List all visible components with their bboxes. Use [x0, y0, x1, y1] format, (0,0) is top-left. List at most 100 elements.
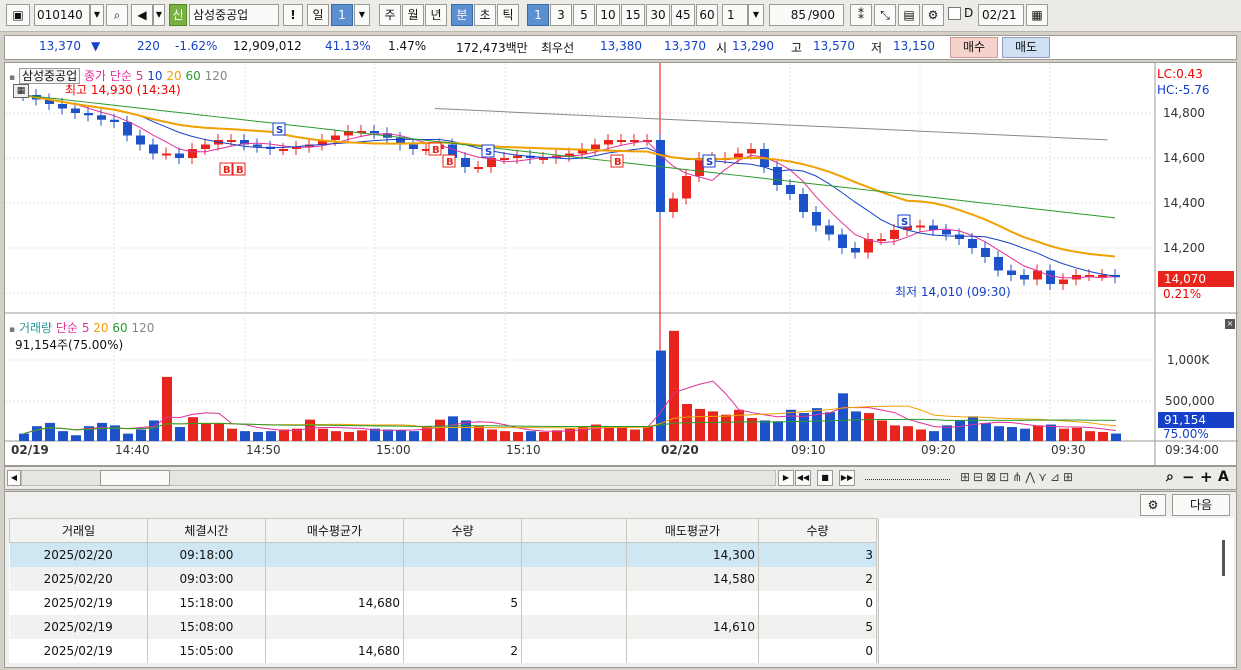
chart-canvas[interactable]: B BSBBSB SS — [5, 63, 1238, 467]
candle — [877, 239, 886, 241]
save-icon[interactable]: ▤ — [898, 4, 920, 26]
minute-5[interactable]: 5 — [573, 4, 595, 26]
minute-30[interactable]: 30 — [646, 4, 670, 26]
volume-bar — [890, 425, 900, 441]
current-pct-tag: 0.21% — [1163, 287, 1202, 301]
count-input[interactable]: 85 — [769, 4, 809, 26]
tools-icon[interactable]: ⤡ — [874, 4, 896, 26]
fast-forward-icon[interactable]: ▶▶ — [839, 470, 855, 486]
speaker-dropdown-icon[interactable]: ▼ — [153, 4, 165, 26]
period-month[interactable]: 월 — [402, 4, 424, 26]
period-minute[interactable]: 분 — [451, 4, 473, 26]
volume-bar — [123, 433, 133, 441]
col-exec-time[interactable]: 체결시간 — [147, 518, 266, 543]
volume-bar — [721, 414, 731, 441]
candle — [513, 155, 522, 158]
interval-input[interactable]: 1 — [722, 4, 748, 26]
font-size-icon[interactable]: A — [1218, 469, 1229, 485]
table-cell: 14,680 — [265, 638, 404, 663]
zoom-reset-icon[interactable]: ⌕ — [1166, 469, 1174, 485]
scroll-right-icon[interactable]: ▶ — [778, 470, 794, 486]
speaker-icon[interactable]: ◀ — [131, 4, 153, 26]
zoom-in-icon[interactable]: + — [1200, 468, 1213, 486]
buy-signal-label: B — [446, 157, 454, 168]
volume-bar — [1046, 424, 1056, 441]
volume-bar — [604, 426, 614, 441]
speed-slider[interactable] — [865, 476, 950, 480]
zoom-out-icon[interactable]: − — [1182, 468, 1195, 486]
volume-bar — [617, 427, 627, 441]
col-sell-avg[interactable]: 매도평균가 — [626, 518, 759, 543]
minute-60[interactable]: 60 — [696, 4, 718, 26]
period-week[interactable]: 주 — [379, 4, 401, 26]
volume-bar — [994, 426, 1004, 441]
compare-icon[interactable]: ⁑ — [850, 4, 872, 26]
volume-bar — [45, 422, 55, 441]
date-input[interactable]: 02/21 — [978, 4, 1024, 26]
calendar-icon[interactable]: ▦ — [1026, 4, 1048, 26]
volume-summary: 91,154주(75.00%) — [15, 338, 124, 352]
minute-3[interactable]: 3 — [550, 4, 572, 26]
panel-settings-icon[interactable]: ⚙ — [1140, 494, 1166, 516]
close-panel-icon[interactable]: × — [1225, 319, 1235, 329]
interval-dropdown-icon[interactable]: ▼ — [748, 4, 764, 26]
buy-signal-label: B — [614, 157, 622, 168]
col-buy-avg[interactable]: 매수평균가 — [265, 518, 404, 543]
table-scrollbar[interactable] — [1222, 540, 1225, 576]
table-row[interactable]: 2025/02/20 09:03:00 14,580 2 — [9, 566, 877, 591]
period-tick[interactable]: 틱 — [497, 4, 519, 26]
volume-collapse-icon[interactable]: ▪ — [9, 325, 15, 335]
volume-bar — [929, 431, 939, 441]
stock-name-field[interactable]: 삼성중공업 — [189, 4, 279, 26]
stock-code-dropdown-icon[interactable]: ▼ — [90, 4, 104, 26]
rewind-icon[interactable]: ◀◀ — [795, 470, 811, 486]
minute-10[interactable]: 10 — [596, 4, 620, 26]
col-buy-qty[interactable]: 수량 — [403, 518, 522, 543]
buy-button[interactable]: 매수 — [950, 37, 998, 58]
candle — [175, 153, 184, 158]
table-row[interactable]: 2025/02/19 15:18:00 14,680 5 0 — [9, 590, 877, 615]
table-row[interactable]: 2025/02/20 09:18:00 14,300 3 — [9, 542, 877, 567]
drawing-tools-icons[interactable]: ⊞⊟⊠⊡⋔⋀⋎⊿⊞ — [960, 470, 1076, 484]
table-row[interactable]: 2025/02/19 15:08:00 14,610 5 — [9, 614, 877, 639]
minute-45[interactable]: 45 — [671, 4, 695, 26]
volume-bar — [396, 430, 406, 441]
col-trade-date[interactable]: 거래일 — [9, 518, 148, 543]
col-sell-qty[interactable]: 수량 — [758, 518, 877, 543]
candle — [162, 153, 171, 156]
period-dropdown-icon[interactable]: ▼ — [354, 4, 370, 26]
stop-icon[interactable]: ■ — [817, 470, 833, 486]
col-blank — [521, 518, 627, 543]
min-annotation: 최저 14,010 (09:30) — [895, 285, 1011, 299]
minute-15[interactable]: 15 — [621, 4, 645, 26]
period-second[interactable]: 초 — [474, 4, 496, 26]
volume-bar — [526, 431, 536, 441]
table-cell: 15:08:00 — [147, 614, 266, 639]
table-cell: 0 — [758, 590, 877, 615]
table-row[interactable]: 2025/02/19 15:05:00 14,680 2 0 — [9, 638, 877, 663]
sell-button[interactable]: 매도 — [1002, 37, 1050, 58]
search-icon[interactable]: ⌕ — [106, 4, 128, 26]
volume-bar — [630, 429, 640, 441]
volume-bar — [201, 422, 211, 441]
scroll-thumb[interactable] — [100, 470, 170, 486]
scroll-left-icon[interactable]: ◀ — [7, 470, 21, 486]
collapse-icon[interactable]: ▪ — [9, 73, 15, 83]
chart-type-icon[interactable]: ▣ — [6, 4, 30, 26]
candle — [591, 144, 600, 149]
gear-icon[interactable]: ⚙ — [922, 4, 944, 26]
volume-title[interactable]: 거래량 — [19, 321, 52, 335]
period-day-count[interactable]: 1 — [331, 4, 353, 26]
best-ask: 13,380 — [600, 39, 642, 53]
trade-table: 거래일 체결시간 매수평균가 수량 매도평균가 수량 2025/02/20 09:… — [9, 518, 877, 663]
volume-bar — [825, 412, 835, 441]
period-day[interactable]: 일 — [307, 4, 329, 26]
grid-toggle-icon[interactable]: ▦ — [13, 84, 29, 98]
stock-code-input[interactable]: 010140 — [34, 4, 90, 26]
next-button[interactable]: 다음 — [1172, 494, 1230, 516]
chart-area: BBSBBSBSS ▪ 삼성중공업 종가 단순 5 10 20 60 120 ▦… — [4, 62, 1238, 467]
date-checkbox[interactable] — [948, 7, 961, 20]
minute-1[interactable]: 1 — [527, 4, 549, 26]
period-year[interactable]: 년 — [425, 4, 447, 26]
alert-icon[interactable]: ! — [283, 4, 303, 26]
